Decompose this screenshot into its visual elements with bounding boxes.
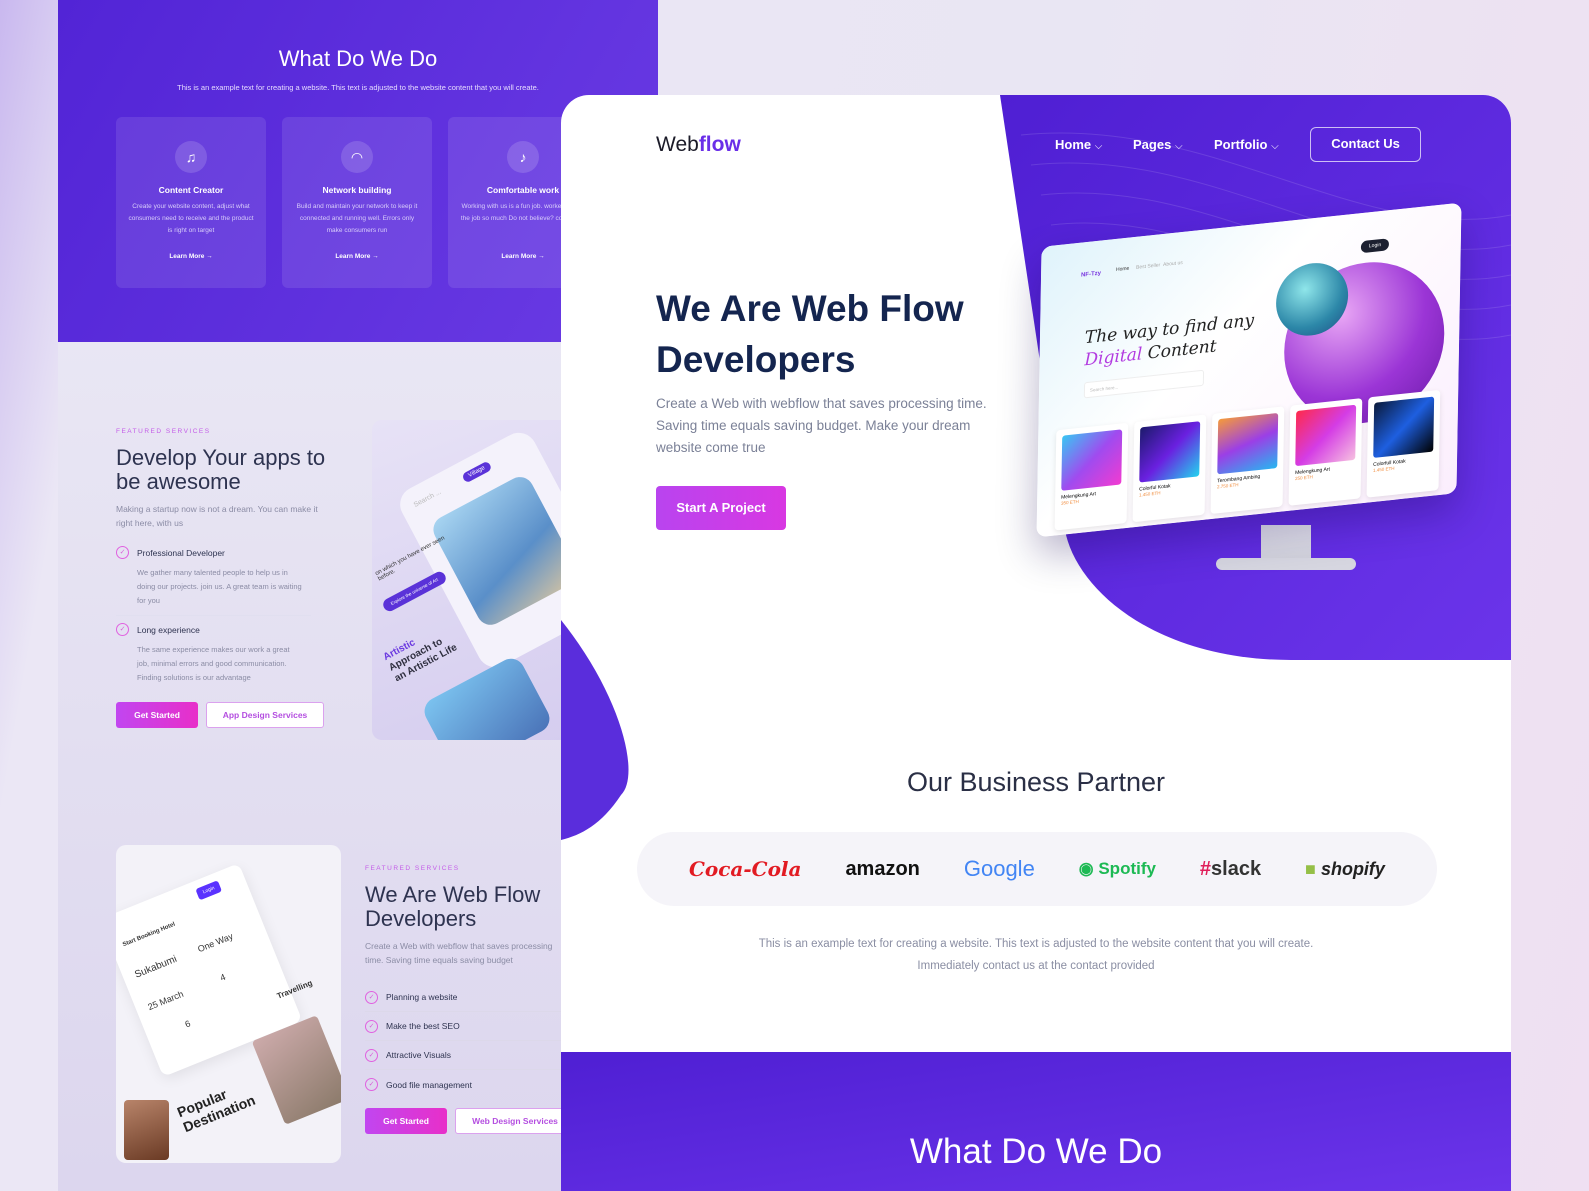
service-card: ◠ Network building Build and maintain yo…: [282, 117, 432, 288]
nft-card: Colorfull Kotak 1.450 ETH: [1366, 389, 1441, 498]
section-text: Making a startup now is not a dream. You…: [116, 504, 318, 528]
partner-logos: Coca-Cola amazon Google ◉ Spotify #slack…: [637, 832, 1437, 906]
contact-us-button[interactable]: Contact Us: [1310, 127, 1421, 162]
service-text: Create your website content, adjust what…: [128, 203, 254, 234]
service-title: Content Creator: [158, 185, 224, 195]
wifi-icon: ◠: [341, 141, 373, 173]
nav-portfolio[interactable]: Portfolio ⌵: [1214, 137, 1279, 152]
monitor-screen: NF-Tzy Home Best Seller About us Login T…: [1036, 202, 1462, 538]
checklist-item: ✓ Good file management: [365, 1070, 565, 1099]
slack-icon: #: [1199, 857, 1212, 880]
mockup-heading: Artistic Approach to an Artistic Life: [381, 636, 460, 685]
nft-card: Colorful Kotak 1.450 ETH: [1132, 414, 1207, 523]
illustration-image: [428, 472, 572, 630]
chevron-down-icon: ⌵: [1271, 141, 1279, 152]
spotify-icon: ◉: [1078, 859, 1094, 878]
section-text: Create a Web with webflow that saves pro…: [365, 941, 553, 965]
learn-more-link[interactable]: Learn More →: [116, 253, 266, 260]
divider: [116, 615, 311, 616]
illustration-image: [419, 653, 555, 740]
checklist: ✓ Planning a website ✓ Make the best SEO ✓…: [365, 983, 565, 1099]
learn-more-link[interactable]: Learn More →: [282, 253, 432, 260]
webflow-logo[interactable]: Webflow: [656, 133, 741, 157]
spotify-logo: ◉ Spotify: [1078, 859, 1156, 878]
check-circle-icon: ✓: [116, 623, 129, 636]
travel-mockup-image: Start Booking Hotel Sukabumi One Way 25 …: [116, 845, 341, 1163]
search-field: Search ...: [412, 488, 443, 509]
check-circle-icon: ✓: [365, 1019, 378, 1033]
nft-card: Terombang Ambing 2.750 ETH: [1210, 406, 1285, 515]
eyebrow: FEATURED SERVICES: [365, 865, 460, 872]
web-design-services-button[interactable]: Web Design Services: [455, 1108, 575, 1134]
monitor-base: [1216, 558, 1356, 570]
hero-title: We Are Web Flow Developers: [656, 288, 964, 380]
start-project-button[interactable]: Start A Project: [656, 486, 786, 530]
shopify-logo: ■ shopify: [1305, 858, 1385, 879]
get-started-button[interactable]: Get Started: [365, 1108, 447, 1134]
music-note-icon: ♪: [507, 141, 539, 173]
partners-text: This is an example text for creating a w…: [758, 938, 1314, 972]
service-card: ♫ Content Creator Create your website co…: [116, 117, 266, 288]
service-text: Build and maintain your network to keep …: [296, 203, 418, 234]
nav-home[interactable]: Home ⌵: [1055, 137, 1102, 152]
check-circle-icon: ✓: [365, 1048, 378, 1062]
nft-card: Melengkung Art 350 ETH: [1054, 422, 1129, 531]
feature-text: The same experience makes our work a gre…: [137, 645, 290, 682]
checklist-item: ✓ Planning a website: [365, 983, 565, 1012]
mockup-heading: Popular Destination: [174, 1085, 258, 1136]
what-we-do-title: What Do We Do: [909, 1132, 1163, 1171]
music-list-icon: ♫: [175, 141, 207, 173]
app-design-services-button[interactable]: App Design Services: [206, 702, 324, 728]
app-mockup-image: Village Search ... on which you have eve…: [372, 420, 572, 740]
section-title: What Do We Do: [278, 46, 438, 71]
section-title: We Are Web Flow Developers: [365, 882, 541, 931]
partners-title: Our Business Partner: [906, 767, 1166, 797]
nav-pages[interactable]: Pages ⌵: [1133, 137, 1183, 152]
amazon-logo: amazon: [845, 857, 920, 880]
check-circle-icon: ✓: [365, 990, 378, 1004]
photo-image: [124, 1100, 169, 1160]
section-subtitle: This is an example text for creating a w…: [177, 83, 539, 92]
service-title: Network building: [322, 185, 392, 195]
shopify-bag-icon: ■: [1305, 858, 1316, 879]
hero-text: Create a Web with webflow that saves pro…: [656, 396, 987, 455]
google-logo: Google: [963, 856, 1035, 881]
get-started-button[interactable]: Get Started: [116, 702, 198, 728]
slack-logo: #slack: [1199, 857, 1262, 880]
feature-text: We gather many talented people to help u…: [137, 568, 302, 605]
chip: Village: [461, 460, 493, 484]
checklist-item: ✓ Make the best SEO: [365, 1012, 565, 1041]
nft-card: Melengkung Art 250 ETH: [1288, 398, 1363, 506]
section-title: Develop Your apps to be awesome: [116, 445, 326, 494]
front-page-preview: Webflow Home ⌵ Pages ⌵ Portfolio ⌵ Conta…: [561, 95, 1511, 1191]
feature-title: Long experience: [137, 625, 200, 635]
coca-cola-logo: Coca-Cola: [688, 857, 802, 881]
eyebrow: FEATURED SERVICES: [116, 428, 211, 435]
checklist-item: ✓ Attractive Visuals: [365, 1041, 565, 1070]
check-circle-icon: ✓: [116, 546, 129, 559]
check-circle-icon: ✓: [365, 1078, 378, 1091]
feature-title: Professional Developer: [137, 548, 225, 558]
chevron-down-icon: ⌵: [1094, 141, 1103, 152]
chevron-down-icon: ⌵: [1174, 141, 1183, 152]
